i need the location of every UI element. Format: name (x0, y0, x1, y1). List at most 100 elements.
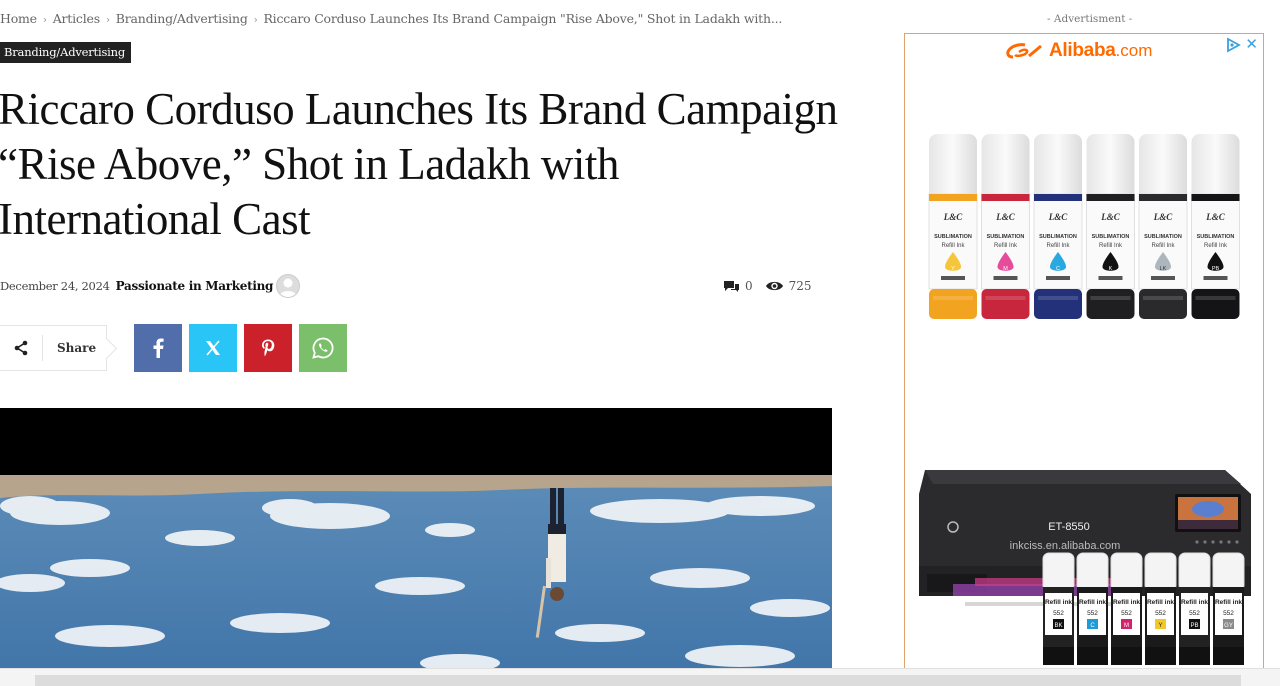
alibaba-tld: .com (1115, 41, 1153, 60)
svg-text:ET-8550: ET-8550 (1048, 521, 1090, 533)
whatsapp-share-button[interactable] (299, 324, 347, 372)
avatar-placeholder-icon (279, 278, 298, 297)
scrollbar-thumb[interactable] (35, 675, 1241, 686)
share-icon (6, 325, 36, 371)
publish-date: December 24, 2024 (0, 279, 110, 293)
svg-text:L&C: L&C (1205, 212, 1225, 222)
breadcrumb-separator-icon: › (253, 15, 258, 26)
svg-text:K: K (1109, 266, 1113, 272)
refill-bottle: Refill ink 552 M (1110, 552, 1143, 665)
svg-text:552: 552 (1155, 610, 1166, 617)
x-icon (206, 340, 220, 356)
svg-text:Refill Ink: Refill Ink (941, 243, 965, 249)
svg-text:Refill ink: Refill ink (1113, 599, 1140, 606)
breadcrumb-home[interactable]: Home (0, 11, 37, 26)
svg-text:M: M (1124, 623, 1129, 629)
pinterest-share-button[interactable] (244, 324, 292, 372)
refill-bottle: Refill ink 552 Y (1144, 552, 1177, 665)
svg-text:L&C: L&C (943, 212, 963, 222)
svg-text:SUBLIMATION: SUBLIMATION (1197, 234, 1235, 240)
svg-text:Refill Ink: Refill Ink (1099, 243, 1123, 249)
svg-text:C: C (1056, 266, 1060, 272)
svg-text:GY: GY (1224, 623, 1233, 629)
alibaba-brand: Alibaba (1049, 40, 1116, 61)
alibaba-logo[interactable]: Alibaba .com (1005, 38, 1152, 64)
ink-bottle: L&C SUBLIMATION Refill Ink Y (928, 134, 978, 319)
svg-text:SUBLIMATION: SUBLIMATION (1092, 234, 1130, 240)
svg-text:L&C: L&C (1048, 212, 1068, 222)
svg-text:552: 552 (1053, 610, 1064, 617)
ink-bottle: L&C SUBLIMATION Refill Ink LK (1138, 134, 1188, 319)
svg-text:M: M (1003, 266, 1008, 272)
advertisement-banner[interactable]: Alibaba .com ✕ L&C SUBLIMATION Refill Ink Y L… (904, 33, 1264, 685)
svg-text:Refill Ink: Refill Ink (1204, 243, 1228, 249)
share-bar: Share (0, 324, 354, 372)
pinterest-icon (262, 339, 275, 357)
hero-campaign-photo (0, 408, 832, 685)
svg-text:Y: Y (951, 266, 955, 272)
ink-bottle: L&C SUBLIMATION Refill Ink M (981, 134, 1030, 319)
svg-text:SUBLIMATION: SUBLIMATION (987, 234, 1025, 240)
breadcrumb-articles[interactable]: Articles (53, 11, 100, 26)
ad-close-icon[interactable]: ✕ (1245, 35, 1258, 53)
whatsapp-icon (312, 337, 334, 359)
svg-text:SUBLIMATION: SUBLIMATION (934, 234, 972, 240)
svg-text:Refill Ink: Refill Ink (994, 243, 1018, 249)
adchoices-icon[interactable] (1225, 37, 1241, 53)
category-badge[interactable]: Branding/Advertising (0, 42, 132, 63)
hero-image (0, 408, 832, 685)
svg-text:552: 552 (1189, 610, 1200, 617)
comments-icon[interactable] (723, 280, 740, 293)
article-meta: December 24, 2024 Passionate in Marketin… (0, 274, 301, 298)
facebook-icon (153, 338, 164, 358)
breadcrumb-current: Riccaro Corduso Launches Its Brand Campa… (263, 11, 783, 26)
svg-text:552: 552 (1223, 610, 1234, 617)
share-toggle[interactable]: Share (0, 325, 107, 371)
breadcrumb-category[interactable]: Branding/Advertising (116, 11, 248, 26)
horizontal-scrollbar[interactable] (0, 668, 1280, 686)
svg-text:Refill ink: Refill ink (1147, 599, 1174, 606)
svg-text:Refill ink: Refill ink (1079, 599, 1106, 606)
svg-text:Refill ink: Refill ink (1181, 599, 1208, 606)
ink-bottle: L&C SUBLIMATION Refill Ink K (1086, 134, 1135, 319)
svg-text:BK: BK (1054, 623, 1062, 629)
advertisement-label: - Advertisment - (1047, 13, 1133, 25)
svg-text:C: C (1090, 623, 1095, 629)
svg-text:Refill Ink: Refill Ink (1046, 243, 1070, 249)
svg-text:L&C: L&C (995, 212, 1015, 222)
share-label: Share (57, 341, 97, 355)
article-title: Riccaro Corduso Launches Its Brand Campa… (0, 84, 838, 244)
ink-bottle: L&C SUBLIMATION Refill Ink PB (1191, 134, 1240, 319)
refill-bottle: Refill ink 552 C (1076, 552, 1109, 665)
breadcrumb-separator-icon: › (42, 15, 47, 26)
svg-text:L&C: L&C (1153, 212, 1173, 222)
author-link[interactable]: Passionate in Marketing (116, 279, 274, 293)
svg-text:Y: Y (1158, 623, 1162, 629)
x-share-button[interactable] (189, 324, 237, 372)
svg-text:Refill ink: Refill ink (1215, 599, 1242, 606)
svg-text:SUBLIMATION: SUBLIMATION (1144, 234, 1182, 240)
svg-text:L&C: L&C (1100, 212, 1120, 222)
ink-bottle: L&C SUBLIMATION Refill Ink C (1033, 134, 1083, 319)
views-eye-icon (765, 281, 783, 291)
svg-text:552: 552 (1121, 610, 1132, 617)
svg-text:Refill ink: Refill ink (1045, 599, 1072, 606)
views-count: 725 (788, 279, 812, 293)
share-divider (42, 335, 43, 361)
refill-bottle: Refill ink 552 PB (1178, 552, 1211, 665)
svg-text:Refill Ink: Refill Ink (1151, 243, 1175, 249)
comments-count[interactable]: 0 (745, 279, 753, 293)
facebook-share-button[interactable] (134, 324, 182, 372)
svg-text:LK: LK (1160, 266, 1167, 272)
alibaba-swirl-icon (1006, 43, 1042, 59)
breadcrumb-separator-icon: › (105, 15, 110, 26)
refill-bottles-image: Refill ink 552 BK Refill ink 552 C Refill ink 5… (1042, 552, 1245, 665)
ink-bottles-image: L&C SUBLIMATION Refill Ink Y L&C SUBLIMATION R… (928, 134, 1240, 319)
article-stats: 0 725 (723, 276, 812, 296)
author-avatar[interactable] (276, 274, 301, 298)
svg-text:PB: PB (1190, 623, 1198, 629)
refill-bottle: Refill ink 552 GY (1212, 552, 1245, 665)
svg-text:552: 552 (1087, 610, 1098, 617)
refill-bottle: Refill ink 552 BK (1042, 552, 1075, 665)
svg-text:PB: PB (1212, 266, 1220, 272)
